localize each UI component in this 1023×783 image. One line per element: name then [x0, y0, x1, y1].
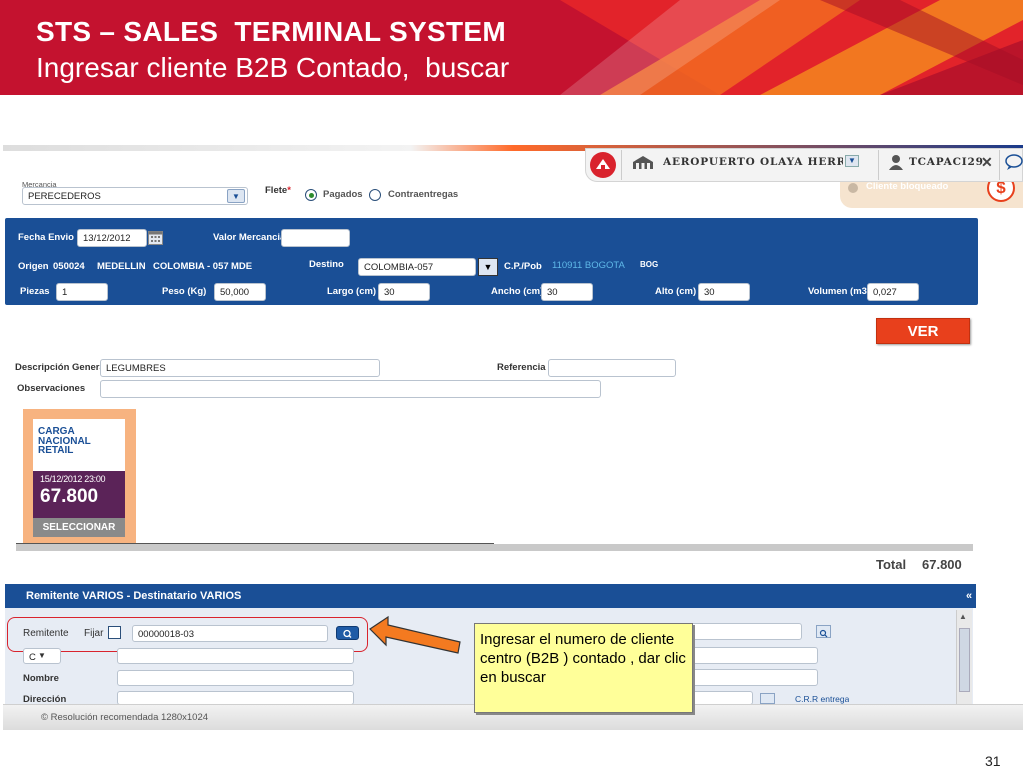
client-status-panel: Cliente bloqueado $ — [840, 174, 1023, 208]
slide-header-banner: STS – SALES TERMINAL SYSTEM Ingresar cli… — [0, 0, 1023, 95]
receiver-address-search-icon[interactable] — [760, 693, 775, 704]
pieces-input[interactable]: 1 — [56, 283, 108, 301]
destination-label: Destino — [309, 259, 344, 270]
observations-input[interactable] — [100, 380, 601, 398]
length-input[interactable]: 30 — [378, 283, 430, 301]
receiver-name-input[interactable] — [690, 669, 818, 686]
postal-value: 110911 BOGOTA — [552, 260, 625, 271]
receiver-search-button[interactable] — [816, 625, 831, 638]
weight-input[interactable]: 50,000 — [214, 283, 266, 301]
observations-label: Observaciones — [17, 383, 86, 394]
origin-abbr: MDE — [231, 261, 253, 272]
freight-paid-label: Pagados — [323, 189, 363, 200]
reference-input[interactable] — [548, 359, 676, 377]
receiver-number-input[interactable] — [690, 623, 802, 640]
description-label: Descripción General — [15, 362, 108, 373]
id-number-input[interactable] — [117, 648, 354, 664]
scroll-thumb[interactable] — [959, 628, 970, 692]
freight-label: Flete* — [265, 185, 291, 196]
weight-label: Peso (Kg) — [162, 286, 207, 297]
receiver-id-input[interactable] — [690, 647, 818, 664]
service-card-datetime: 15/12/2012 23:00 — [40, 474, 106, 484]
total-label: Total — [876, 557, 907, 572]
postal-label: C.P./Pob — [504, 261, 542, 272]
view-price-button[interactable]: VER PRECIO — [876, 318, 970, 366]
chat-icon[interactable] — [1005, 153, 1023, 171]
callout-arrow-icon — [369, 615, 461, 654]
service-results-area — [136, 409, 973, 543]
origin-country: COLOMBIA - 057 — [153, 261, 229, 272]
form-scrollbar[interactable]: ▲ — [956, 610, 972, 704]
service-card-price: 67.800 — [40, 486, 99, 507]
address-input[interactable] — [117, 691, 354, 705]
merchandise-select[interactable]: PERECEDEROS — [22, 187, 248, 205]
merch-value-input[interactable] — [281, 229, 350, 247]
service-card-title: CARGA NACIONAL RETAIL — [38, 426, 91, 456]
receiver-address-input[interactable] — [690, 691, 753, 705]
warehouse-icon — [633, 156, 653, 169]
height-label: Alto (cm) — [655, 286, 697, 297]
page-number: 31 — [985, 753, 1001, 769]
scroll-up-icon[interactable]: ▲ — [959, 612, 967, 621]
volume-input[interactable]: 0,027 — [867, 283, 919, 301]
user-icon — [889, 155, 903, 170]
results-divider — [16, 544, 973, 551]
origin-code: 050024 — [53, 261, 85, 272]
freight-collect-radio[interactable] — [369, 189, 381, 201]
origin-label: Origen — [18, 261, 49, 272]
instruction-callout: Ingresar el numero de cliente centro (B2… — [474, 623, 693, 713]
nav-divider — [878, 150, 879, 180]
nav-divider — [999, 150, 1000, 180]
postal-abbr: BOG — [640, 260, 659, 269]
slide-title: STS – SALES TERMINAL SYSTEM — [36, 16, 506, 47]
user-name: TCAPACI29 — [909, 156, 984, 168]
name-label: Nombre — [23, 673, 59, 684]
ship-date-label: Fecha Envio — [18, 232, 74, 243]
logout-close-icon[interactable]: ✕ — [981, 154, 993, 171]
name-input[interactable] — [117, 670, 354, 686]
volume-label: Volumen (m3) — [808, 286, 871, 297]
freight-collect-label: Contraentregas — [388, 189, 459, 200]
length-label: Largo (cm) — [327, 286, 377, 297]
id-type-value: C — [29, 652, 36, 663]
crr-delivery-link[interactable]: C.R.R entrega — [795, 694, 849, 704]
location-selector[interactable]: AEROPUERTO OLAYA HERRERA — [663, 156, 843, 168]
description-input[interactable]: LEGUMBRES — [100, 359, 380, 377]
merchandise-select-value: PERECEDEROS — [28, 191, 101, 202]
total-value: 67.800 — [922, 557, 962, 572]
company-logo-icon[interactable] — [590, 152, 616, 178]
search-icon — [819, 629, 828, 638]
origin-city: MEDELLIN — [97, 261, 146, 272]
id-type-chevron-down-icon[interactable]: ▼ — [38, 651, 46, 660]
select-service-button[interactable]: SELECCIONAR — [33, 518, 125, 537]
merchandise-chevron-down-icon[interactable]: ▼ — [227, 189, 245, 203]
merch-value-label: Valor Mercancia — [213, 232, 286, 243]
pieces-label: Piezas — [20, 286, 50, 297]
results-progress-line — [16, 543, 494, 544]
sender-receiver-title: Remitente VARIOS - Destinatario VARIOS — [26, 590, 242, 602]
resolution-note: © Resolución recomendada 1280x1024 — [41, 712, 209, 723]
info-icon — [848, 183, 858, 193]
destination-chevron-down-icon[interactable]: ▼ — [478, 258, 498, 276]
ship-date-input[interactable]: 13/12/2012 — [77, 229, 147, 247]
calendar-icon[interactable] — [148, 230, 163, 245]
slide-subtitle: Ingresar cliente B2B Contado, buscar — [36, 52, 510, 83]
freight-paid-radio[interactable] — [305, 189, 317, 201]
reference-label: Referencia — [497, 362, 546, 373]
nav-divider — [621, 150, 622, 180]
highlight-box — [7, 617, 368, 652]
location-dropdown-chevron-icon[interactable]: ▼ — [845, 155, 859, 167]
height-input[interactable]: 30 — [698, 283, 750, 301]
width-label: Ancho (cm) — [491, 286, 544, 297]
width-input[interactable]: 30 — [541, 283, 593, 301]
collapse-icon[interactable]: « — [966, 590, 972, 602]
destination-select[interactable]: COLOMBIA-057 — [358, 258, 476, 276]
client-status-text: Cliente bloqueado — [866, 181, 949, 192]
